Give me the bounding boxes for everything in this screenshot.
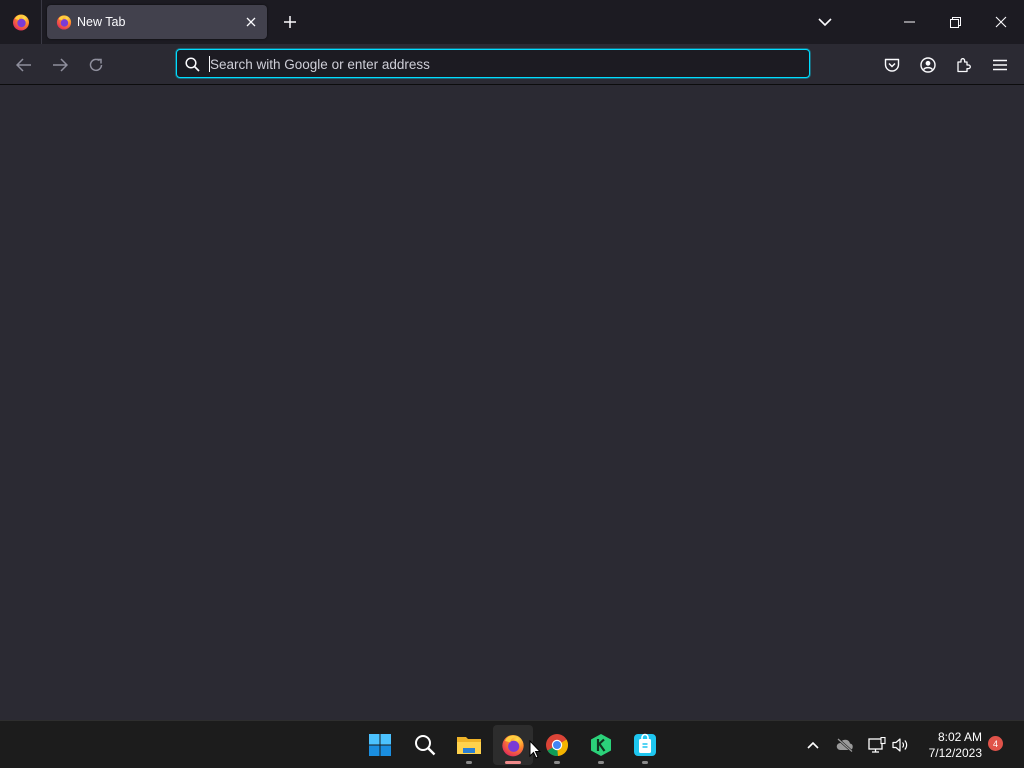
chrome-logo-icon bbox=[545, 733, 569, 757]
extensions-button[interactable] bbox=[950, 51, 978, 79]
plus-icon bbox=[283, 15, 297, 29]
running-indicator bbox=[642, 761, 648, 764]
close-icon bbox=[995, 16, 1007, 28]
running-indicator bbox=[466, 761, 472, 764]
windows-logo-icon bbox=[368, 733, 392, 757]
firefox-view-button[interactable] bbox=[0, 0, 42, 44]
firefox-logo-icon bbox=[501, 733, 525, 757]
search-icon bbox=[414, 734, 436, 756]
restore-button[interactable] bbox=[932, 0, 978, 44]
tab-title: New Tab bbox=[77, 15, 126, 29]
taskbar-chrome[interactable] bbox=[537, 725, 577, 765]
clock-date: 7/12/2023 bbox=[928, 746, 982, 760]
reload-button[interactable] bbox=[82, 51, 110, 79]
firefox-logo-icon bbox=[12, 13, 30, 31]
onedrive-tray-button[interactable] bbox=[834, 733, 856, 757]
back-button[interactable] bbox=[10, 51, 38, 79]
clock-time: 8:02 AM bbox=[937, 730, 982, 744]
show-hidden-icons-button[interactable] bbox=[802, 733, 824, 757]
arrow-right-icon bbox=[52, 58, 68, 72]
minimize-icon bbox=[903, 21, 915, 23]
chevron-up-icon bbox=[807, 741, 819, 749]
taskbar-file-explorer[interactable] bbox=[449, 725, 489, 765]
network-icon bbox=[868, 737, 886, 753]
restore-icon bbox=[949, 16, 961, 28]
arrow-left-icon bbox=[16, 58, 32, 72]
system-clock[interactable]: 8:02 AM 7/12/2023 bbox=[914, 729, 982, 761]
taskbar-firefox[interactable] bbox=[493, 725, 533, 765]
navigation-toolbar bbox=[0, 44, 1024, 85]
chevron-down-icon bbox=[818, 17, 832, 27]
mouse-pointer-icon bbox=[529, 740, 541, 759]
running-indicator bbox=[554, 761, 560, 764]
minimize-button[interactable] bbox=[886, 0, 932, 44]
k-app-icon bbox=[589, 733, 613, 757]
tab-close-button[interactable] bbox=[243, 14, 259, 30]
speaker-icon bbox=[891, 737, 909, 753]
search-icon bbox=[185, 57, 200, 72]
new-tab-button[interactable] bbox=[277, 9, 303, 35]
active-indicator bbox=[505, 761, 521, 764]
puzzle-icon bbox=[956, 57, 972, 73]
address-input[interactable] bbox=[210, 55, 770, 73]
folder-icon bbox=[456, 734, 482, 756]
open-menu-button[interactable] bbox=[986, 51, 1014, 79]
tab-strip: New Tab bbox=[0, 0, 1024, 44]
start-button[interactable] bbox=[360, 725, 400, 765]
pocket-icon bbox=[884, 58, 900, 73]
notification-badge[interactable]: 4 bbox=[988, 736, 1003, 751]
list-all-tabs-button[interactable] bbox=[812, 10, 838, 34]
window-close-button[interactable] bbox=[978, 0, 1024, 44]
tab-new-tab[interactable]: New Tab bbox=[47, 5, 267, 39]
cloud-offline-icon bbox=[836, 738, 854, 752]
taskbar-store-app[interactable] bbox=[625, 725, 665, 765]
taskbar-k-app[interactable] bbox=[581, 725, 621, 765]
page-content-area bbox=[0, 85, 1024, 720]
forward-button[interactable] bbox=[46, 51, 74, 79]
volume-tray-button[interactable] bbox=[889, 733, 911, 757]
close-icon bbox=[246, 17, 256, 27]
save-to-pocket-button[interactable] bbox=[878, 51, 906, 79]
hamburger-menu-icon bbox=[993, 59, 1007, 71]
reload-icon bbox=[88, 57, 104, 73]
account-button[interactable] bbox=[914, 51, 942, 79]
store-app-icon bbox=[633, 733, 657, 757]
taskbar-search-button[interactable] bbox=[405, 725, 445, 765]
address-bar[interactable] bbox=[176, 49, 810, 78]
network-tray-button[interactable] bbox=[866, 733, 888, 757]
windows-taskbar: 8:02 AM 7/12/2023 4 bbox=[0, 720, 1024, 768]
firefox-favicon-icon bbox=[56, 14, 72, 30]
running-indicator bbox=[598, 761, 604, 764]
account-icon bbox=[920, 57, 936, 73]
